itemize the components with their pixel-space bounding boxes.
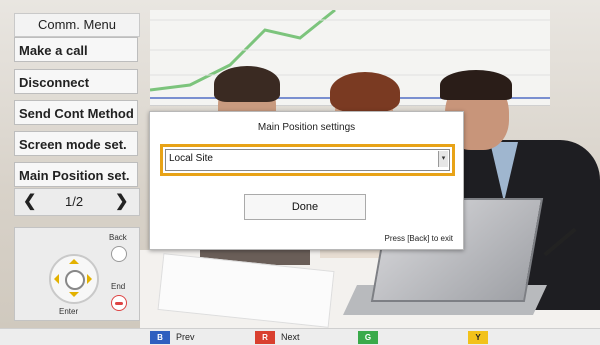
- chevron-left-icon[interactable]: ❮: [23, 189, 36, 215]
- dropdown-arrow-icon[interactable]: ▾: [438, 151, 448, 167]
- prev-key-label: Prev: [176, 332, 195, 342]
- end-label: End: [111, 282, 126, 291]
- done-button[interactable]: Done: [244, 194, 366, 220]
- arrow-left-icon: [49, 274, 59, 284]
- blue-key[interactable]: B: [150, 331, 170, 344]
- screen-mode-button[interactable]: Screen mode set.: [14, 131, 138, 156]
- disconnect-button[interactable]: Disconnect: [14, 69, 138, 94]
- arrow-up-icon: [69, 254, 79, 264]
- color-key-bar: B Prev R Next G Y: [0, 328, 600, 345]
- end-button-icon: [111, 295, 127, 311]
- green-key[interactable]: G: [358, 331, 378, 344]
- red-key[interactable]: R: [255, 331, 275, 344]
- dialog-title: Main Position settings: [257, 122, 356, 133]
- menu-title: Comm. Menu: [14, 13, 140, 37]
- exit-hint: Press [Back] to exit: [384, 234, 453, 243]
- main-position-dialog: Main Position settings Local Site ▾ Done…: [149, 111, 464, 250]
- next-key-label: Next: [281, 332, 300, 342]
- arrow-down-icon: [69, 292, 79, 302]
- dpad-icon: [49, 254, 99, 304]
- remote-guide: Back End Enter: [14, 227, 140, 321]
- send-cont-method-button[interactable]: Send Cont Method: [14, 100, 138, 125]
- arrow-right-icon: [87, 274, 97, 284]
- background-person: [214, 66, 280, 102]
- make-call-button[interactable]: Make a call: [14, 37, 138, 62]
- menu-pager: ❮ 1/2 ❯: [14, 188, 140, 216]
- main-position-button[interactable]: Main Position set.: [14, 162, 138, 187]
- chevron-right-icon[interactable]: ❯: [115, 189, 128, 215]
- yellow-key[interactable]: Y: [468, 331, 488, 344]
- back-label: Back: [109, 233, 127, 242]
- background-person: [330, 72, 400, 112]
- enter-button-icon: [65, 270, 85, 290]
- back-button-icon: [111, 246, 127, 262]
- page-indicator: 1/2: [65, 194, 84, 209]
- main-position-select-focus: Local Site ▾: [160, 144, 455, 176]
- main-position-select[interactable]: Local Site ▾: [165, 149, 450, 171]
- select-value: Local Site: [169, 153, 213, 164]
- background-person: [440, 70, 512, 100]
- enter-label: Enter: [59, 307, 79, 316]
